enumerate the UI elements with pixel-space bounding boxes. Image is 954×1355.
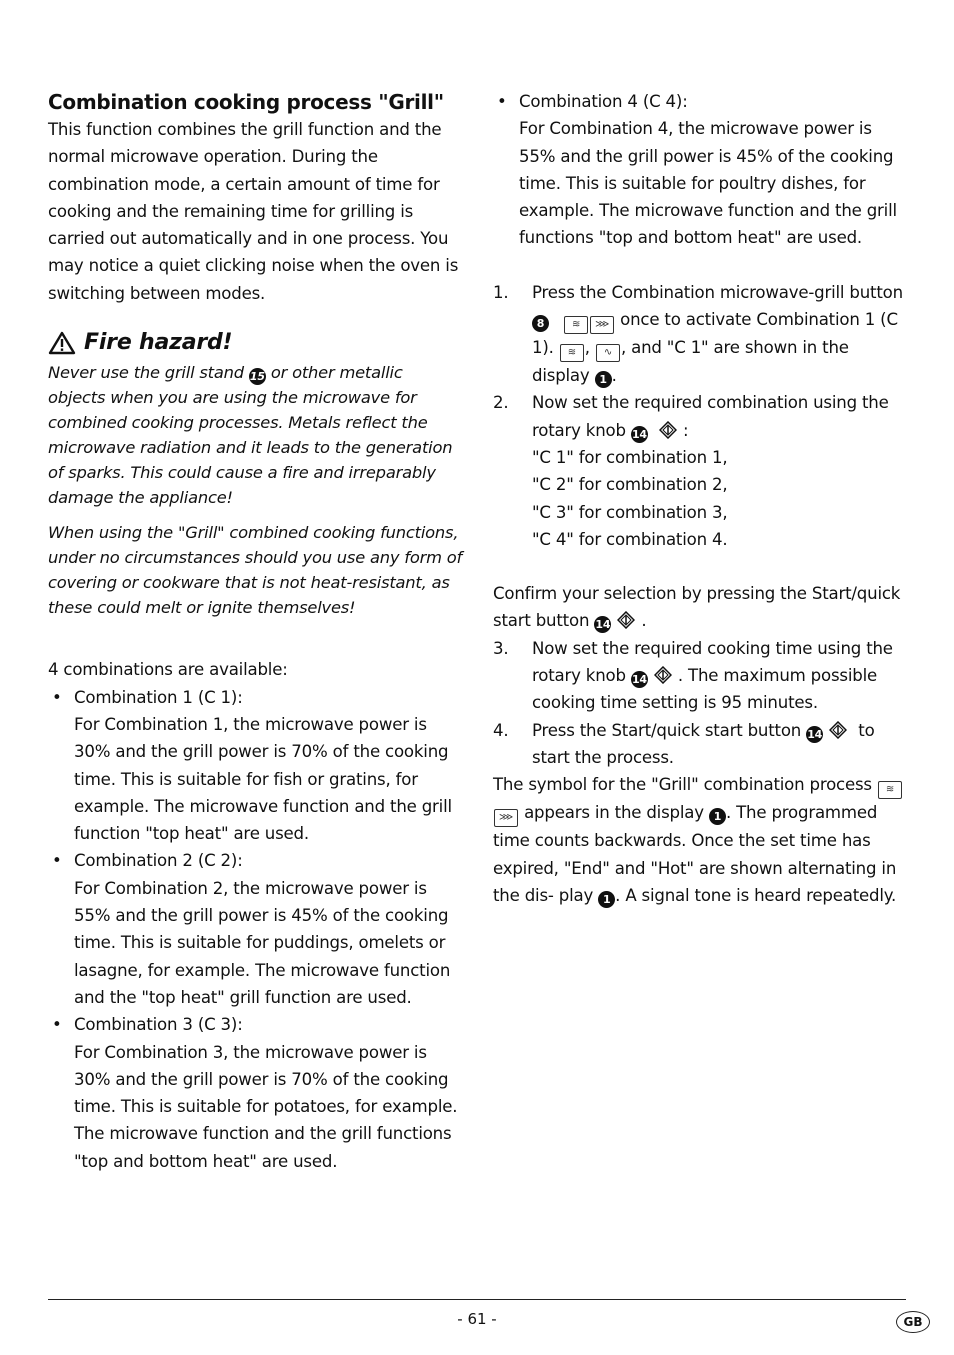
- text: Press the Start/quick start button: [532, 720, 802, 740]
- ref-number-badge: 14: [630, 671, 648, 689]
- warning-paragraph-2: When using the "Grill" combined cooking …: [48, 523, 463, 618]
- combinations-intro: 4 combinations are available:: [48, 660, 288, 680]
- text: Confirm your selection by pressing the S…: [493, 584, 901, 631]
- step-3: 3. Now set the required cooking time usi…: [493, 635, 911, 717]
- warning-paragraph-1: Never use the grill stand 15 or other me…: [48, 360, 463, 510]
- step-number: 3.: [493, 638, 509, 658]
- microwave-symbol-icon: ≋: [559, 344, 584, 363]
- combo-text: For Combination 3, the microwave power i…: [74, 1042, 458, 1171]
- list-item: • Combination 3 (C 3): For Combination 3, …: [48, 1011, 463, 1175]
- step-2: 2. Now set the required combination usin…: [493, 389, 911, 553]
- ref-number-badge: 14: [806, 725, 824, 743]
- ref-number-badge: 1: [594, 371, 612, 389]
- ref-number-badge: 1: [598, 890, 616, 908]
- text: .: [611, 366, 617, 386]
- start-button-icon: [617, 611, 636, 630]
- warning-triangle-icon: [48, 331, 76, 354]
- section-heading: Combination cooking process "Grill": [48, 90, 444, 114]
- step-4: 4. Press the Start/quick start button 14…: [493, 717, 911, 772]
- top-heat-symbol-icon: ∿: [595, 344, 620, 363]
- text: .: [641, 611, 647, 631]
- text: appears in the display: [524, 803, 704, 823]
- text: ,: [584, 338, 595, 358]
- text: Press the Combination microwave-grill bu…: [532, 282, 903, 302]
- combo-option: "C 2" for combination 2,: [532, 475, 728, 495]
- text: Never use the grill stand: [48, 363, 244, 383]
- combo-option: "C 4" for combination 4.: [532, 529, 728, 549]
- text: The symbol for the "Grill" combination p…: [493, 775, 872, 795]
- combo-text: For Combination 2, the microwave power i…: [74, 878, 451, 1007]
- page-number: - 61 -: [457, 1310, 497, 1328]
- combo-text: For Combination 4, the microwave power i…: [519, 119, 897, 248]
- combo-title: Combination 3 (C 3):: [74, 1015, 243, 1035]
- list-item: • Combination 1 (C 1): For Combination 1, …: [48, 684, 463, 848]
- combo-title: Combination 4 (C 4):: [519, 92, 688, 111]
- combo-option: "C 1" for combination 1,: [532, 447, 728, 467]
- language-badge: GB: [896, 1311, 930, 1333]
- start-button-icon: [829, 720, 848, 739]
- ref-number-badge: 1: [708, 808, 726, 826]
- combo-option: "C 3" for combination 3,: [532, 502, 728, 522]
- ref-number-badge: 14: [630, 425, 648, 443]
- grill-symbol-icon: ⋙: [590, 316, 615, 335]
- footer-divider: [48, 1299, 906, 1300]
- grill-symbol-icon: ⋙: [494, 809, 518, 828]
- text: Now set the required combination using t…: [532, 393, 889, 440]
- combo-text: For Combination 1, the microwave power i…: [74, 714, 452, 844]
- text: :: [682, 420, 689, 440]
- combo-title: Combination 1 (C 1):: [74, 687, 243, 707]
- list-item: • Combination 2 (C 2): For Combination 2, …: [48, 847, 463, 1011]
- step-number: 4.: [493, 720, 509, 740]
- step-1: 1. Press the Combination microwave-grill…: [493, 279, 911, 390]
- left-column: Combination cooking process "Grill" This…: [48, 88, 463, 1175]
- warning-title: Fire hazard!: [84, 330, 233, 356]
- ref-number-badge: 8: [532, 315, 549, 333]
- right-column: • Combination 4 (C 4): For Combination 4, …: [493, 88, 911, 909]
- ref-number-badge: 15: [248, 368, 266, 386]
- microwave-symbol-icon: ≋: [877, 781, 902, 800]
- microwave-symbol-icon: ≋: [564, 316, 589, 335]
- text: or other metallic objects when you are u…: [48, 363, 453, 508]
- confirm-paragraph: Confirm your selection by pressing the S…: [493, 580, 911, 635]
- rotary-knob-icon: [658, 420, 677, 439]
- intro-paragraph: This function combines the grill functio…: [48, 120, 459, 303]
- final-paragraph: The symbol for the "Grill" combination p…: [493, 771, 911, 909]
- step-number: 1.: [493, 282, 509, 302]
- step-number: 2.: [493, 393, 509, 413]
- list-item: • Combination 4 (C 4): For Combination 4, …: [493, 88, 911, 252]
- combo-title: Combination 2 (C 2):: [74, 851, 243, 871]
- warning-heading: Fire hazard!: [48, 329, 463, 356]
- text: . A signal tone is heard repeatedly.: [615, 885, 897, 905]
- ref-number-badge: 14: [594, 616, 612, 634]
- rotary-knob-icon: [653, 666, 672, 685]
